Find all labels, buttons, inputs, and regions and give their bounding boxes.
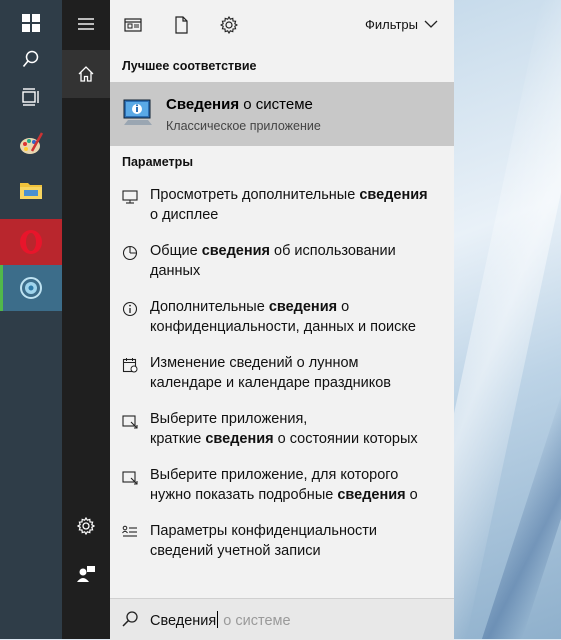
user-account-button[interactable] <box>62 550 110 598</box>
document-scope-icon[interactable] <box>172 16 190 34</box>
search-panel: Фильтры Лучшее соответствие Сведения о с… <box>110 0 454 640</box>
taskbar-opera-browser[interactable] <box>0 219 62 265</box>
settings-result-item[interactable]: Дополнительные сведения о конфиденциально… <box>110 297 454 341</box>
settings-result-text: Изменение сведений о лунном календаре и к… <box>150 355 391 391</box>
settings-result-item[interactable]: Параметры конфиденциальности сведений уче… <box>110 521 454 565</box>
filters-label: Фильтры <box>364 17 418 32</box>
system-info-icon <box>20 277 42 299</box>
monitor-icon <box>122 190 138 204</box>
search-input[interactable]: Сведения о системе <box>150 611 291 629</box>
expand-menu-button[interactable] <box>62 0 110 48</box>
chevron-down-icon <box>424 20 438 28</box>
gear-icon[interactable] <box>220 16 238 34</box>
folder-icon <box>20 183 42 199</box>
pie-chart-icon <box>122 245 138 261</box>
best-match-heading: Лучшее соответствие <box>122 59 257 73</box>
settings-result-item[interactable]: Изменение сведений о лунном календаре и к… <box>110 353 454 397</box>
settings-result-text: Выберите приложения, краткие сведения о с… <box>150 411 418 447</box>
desktop-background <box>406 0 561 639</box>
taskbar-paint-app[interactable] <box>0 121 62 167</box>
gear-icon <box>77 517 95 535</box>
search-scope-bar: Фильтры <box>110 0 454 50</box>
best-match-subtitle: Классическое приложение <box>166 119 321 133</box>
taskbar <box>0 0 62 639</box>
best-match-result[interactable]: Сведения о системе Классическое приложен… <box>110 82 454 146</box>
settings-result-item[interactable]: Просмотреть дополнительные сведения о дис… <box>110 185 454 229</box>
settings-result-text: Дополнительные сведения о конфиденциально… <box>150 299 416 335</box>
info-icon <box>122 301 138 317</box>
settings-result-item[interactable]: Общие сведения об использовании данных <box>110 241 454 285</box>
apps-scope-icon[interactable] <box>124 16 142 34</box>
settings-heading: Параметры <box>122 155 193 169</box>
user-feedback-icon <box>77 566 95 582</box>
settings-result-text: Выберите приложение, для которого нужно п… <box>150 467 418 503</box>
calendar-icon <box>122 358 138 373</box>
account-list-icon <box>122 525 137 537</box>
notification-icon <box>122 471 138 485</box>
settings-result-item[interactable]: Выберите приложение, для которого нужно п… <box>110 465 454 509</box>
settings-result-text: Общие сведения об использовании данных <box>150 243 396 279</box>
search-icon <box>22 50 39 68</box>
settings-result-text: Просмотреть дополнительные сведения о дис… <box>150 187 428 223</box>
hamburger-icon <box>78 18 94 30</box>
windows-logo-icon <box>22 14 40 32</box>
home-icon <box>78 66 94 82</box>
taskbar-system-info-app[interactable] <box>0 265 62 311</box>
settings-result-item[interactable]: Выберите приложения, краткие сведения о с… <box>110 409 454 453</box>
settings-button[interactable] <box>62 502 110 550</box>
notification-icon <box>122 415 138 429</box>
start-menu-rail <box>62 0 110 639</box>
paint-palette-icon <box>20 132 44 154</box>
search-box[interactable]: Сведения о системе <box>110 598 454 640</box>
home-button[interactable] <box>62 50 110 98</box>
settings-result-text: Параметры конфиденциальности сведений уче… <box>150 523 378 559</box>
task-view-icon <box>22 88 39 106</box>
search-icon <box>122 611 138 627</box>
opera-logo-icon <box>20 230 42 254</box>
task-view-button[interactable] <box>0 74 62 120</box>
system-info-app-icon <box>123 99 152 125</box>
taskbar-file-explorer[interactable] <box>0 167 62 213</box>
best-match-title: Сведения о системе <box>166 96 313 113</box>
filters-dropdown[interactable]: Фильтры <box>365 17 438 32</box>
